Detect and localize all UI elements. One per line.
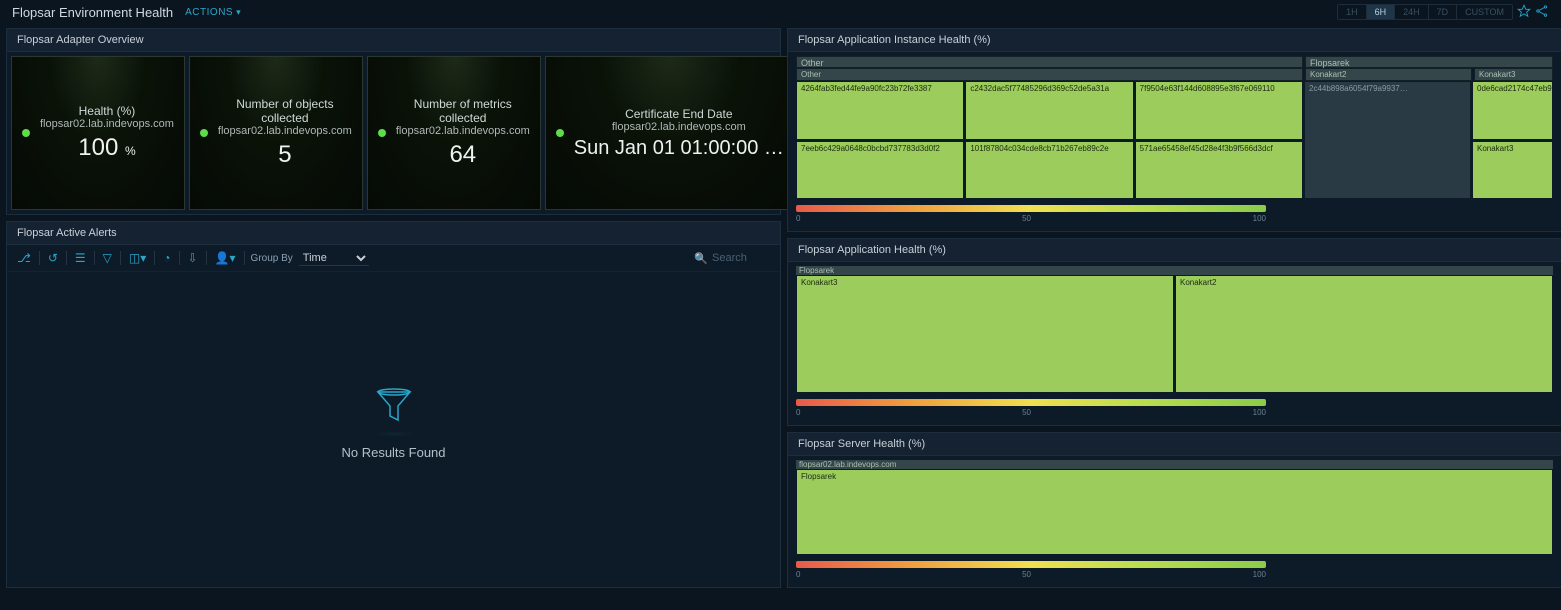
time-1h[interactable]: 1H (1338, 5, 1367, 19)
app-health-title: Flopsar Application Health (%) (788, 239, 1561, 262)
adapter-overview-title: Flopsar Adapter Overview (7, 29, 780, 52)
group-server[interactable]: flopsar02.lab.indevops.com (796, 460, 1553, 469)
group-flopsarek[interactable]: Flopsarek (1305, 56, 1553, 68)
instance-health-title: Flopsar Application Instance Health (%) (788, 29, 1561, 52)
legend-mid: 50 (1022, 570, 1031, 579)
kpi-value: 64 (396, 141, 530, 169)
legend-mid: 50 (1022, 408, 1031, 417)
export-icon[interactable]: ⇩ (186, 249, 200, 267)
search-box[interactable]: 🔍 (694, 252, 772, 265)
group-flopsarek[interactable]: Flopsarek (796, 266, 1553, 275)
kpi-sub: flopsar02.lab.indevops.com (574, 121, 784, 133)
instance-cell[interactable]: 571ae65458ef45d28e4f3b9f566d3dcf (1135, 141, 1303, 200)
legend-min: 0 (796, 408, 800, 417)
legend-gradient (796, 205, 1266, 212)
instance-cell[interactable]: 2c44b898a6054f79a9937… (1304, 81, 1471, 199)
legend-max: 100 (1253, 214, 1266, 223)
time-range-selector[interactable]: 1H 6H 24H 7D CUSTOM (1337, 4, 1513, 20)
kpi-cert-date[interactable]: Certificate End Date flopsar02.lab.indev… (545, 56, 795, 210)
page-header: Flopsar Environment Health ACTIONS 1H 6H… (0, 0, 1561, 24)
status-dot-icon (556, 129, 564, 137)
kpi-sub: flopsar02.lab.indevops.com (218, 125, 352, 137)
user-icon[interactable]: 👤▾ (213, 249, 238, 267)
groupby-label: Group By (251, 253, 293, 264)
funnel-icon (374, 386, 414, 429)
legend-mid: 50 (1022, 214, 1031, 223)
share-icon[interactable] (1535, 4, 1549, 21)
search-input[interactable] (712, 252, 772, 264)
kpi-label: Health (%) (40, 104, 174, 118)
legend-max: 100 (1253, 570, 1266, 579)
kpi-label: Number of objects collected (218, 97, 352, 125)
status-dot-icon (200, 129, 208, 137)
kpi-value: Sun Jan 01 01:00:00 … (574, 137, 784, 160)
instance-cell[interactable]: 0de6cad2174c47eb9e101d1b44840453 (1472, 81, 1553, 140)
adapter-overview-panel: Flopsar Adapter Overview Health (%) flop… (6, 28, 781, 215)
kpi-health[interactable]: Health (%) flopsar02.lab.indevops.com 10… (11, 56, 185, 210)
app-cell[interactable]: Konakart2 (1175, 275, 1553, 393)
app-health-panel: Flopsar Application Health (%) Flopsarek… (787, 238, 1561, 426)
instance-cell[interactable]: c2432dac5f77485296d369c52de5a31a (965, 81, 1133, 140)
empty-text: No Results Found (341, 445, 445, 460)
kpi-label: Certificate End Date (574, 107, 784, 121)
server-health-panel: Flopsar Server Health (%) flopsar02.lab.… (787, 432, 1561, 588)
status-dot-icon (22, 129, 30, 137)
kpi-sub: flopsar02.lab.indevops.com (40, 118, 174, 130)
time-7d[interactable]: 7D (1429, 5, 1458, 19)
legend: 0 50 100 (796, 399, 1553, 417)
kpi-sub: flopsar02.lab.indevops.com (396, 125, 530, 137)
hierarchy-icon[interactable]: ⎇ (15, 249, 33, 267)
subgroup-konakart2[interactable]: Konakart2 (1305, 68, 1472, 81)
legend-min: 0 (796, 570, 800, 579)
instance-cell[interactable]: 4264fab3fed44fe9a90fc23b72fe3387 (796, 81, 964, 140)
favorite-icon[interactable] (1517, 4, 1531, 21)
kpi-label: Number of metrics collected (396, 97, 530, 125)
actions-dropdown[interactable]: ACTIONS (185, 7, 241, 18)
list-icon[interactable]: ☰ (73, 249, 88, 267)
active-alerts-title: Flopsar Active Alerts (7, 222, 780, 245)
alerts-empty-state: No Results Found (7, 272, 780, 574)
legend: 0 50 100 (796, 561, 1553, 579)
active-alerts-panel: Flopsar Active Alerts ⎇ ↺ ☰ ▽ ◫▾ ◔ ⇩ 👤▾ … (6, 221, 781, 588)
clock-icon[interactable]: ◔ (161, 249, 172, 267)
instance-cell[interactable]: 7eeb6c429a0648c0bcbd737783d3d0f2 (796, 141, 964, 200)
status-dot-icon (378, 129, 386, 137)
subgroup-konakart3[interactable]: Konakart3 (1474, 68, 1553, 81)
instance-cell[interactable]: 101f87804c034cde8cb71b267eb89c2e (965, 141, 1133, 200)
groupby-select[interactable]: Time (299, 251, 369, 266)
app-cell[interactable]: Konakart3 (796, 275, 1174, 393)
page-title: Flopsar Environment Health (12, 5, 173, 20)
kpi-value: 5 (218, 141, 352, 169)
group-other[interactable]: Other (796, 56, 1303, 68)
time-custom[interactable]: CUSTOM (1457, 5, 1512, 19)
filter-icon[interactable]: ▽ (101, 249, 114, 267)
kpi-metrics[interactable]: Number of metrics collected flopsar02.la… (367, 56, 541, 210)
legend-min: 0 (796, 214, 800, 223)
server-health-title: Flopsar Server Health (%) (788, 433, 1561, 456)
legend: 0 50 100 (796, 205, 1553, 223)
instance-cell[interactable]: 7f9504e63f144d608895e3f67e069110 (1135, 81, 1303, 140)
instance-health-panel: Flopsar Application Instance Health (%) … (787, 28, 1561, 232)
legend-max: 100 (1253, 408, 1266, 417)
kpi-objects[interactable]: Number of objects collected flopsar02.la… (189, 56, 363, 210)
instance-cell[interactable]: Konakart3 (1472, 141, 1553, 200)
time-24h[interactable]: 24H (1395, 5, 1429, 19)
refresh-icon[interactable]: ↺ (46, 249, 60, 267)
columns-icon[interactable]: ◫▾ (127, 249, 148, 267)
server-cell[interactable]: Flopsarek (796, 469, 1553, 555)
legend-gradient (796, 561, 1266, 568)
subgroup-other[interactable]: Other (796, 68, 1303, 81)
time-6h[interactable]: 6H (1367, 5, 1396, 19)
alerts-toolbar: ⎇ ↺ ☰ ▽ ◫▾ ◔ ⇩ 👤▾ Group By Time (7, 245, 780, 272)
legend-gradient (796, 399, 1266, 406)
kpi-value: 100 % (40, 134, 174, 162)
search-icon: 🔍 (694, 252, 708, 265)
